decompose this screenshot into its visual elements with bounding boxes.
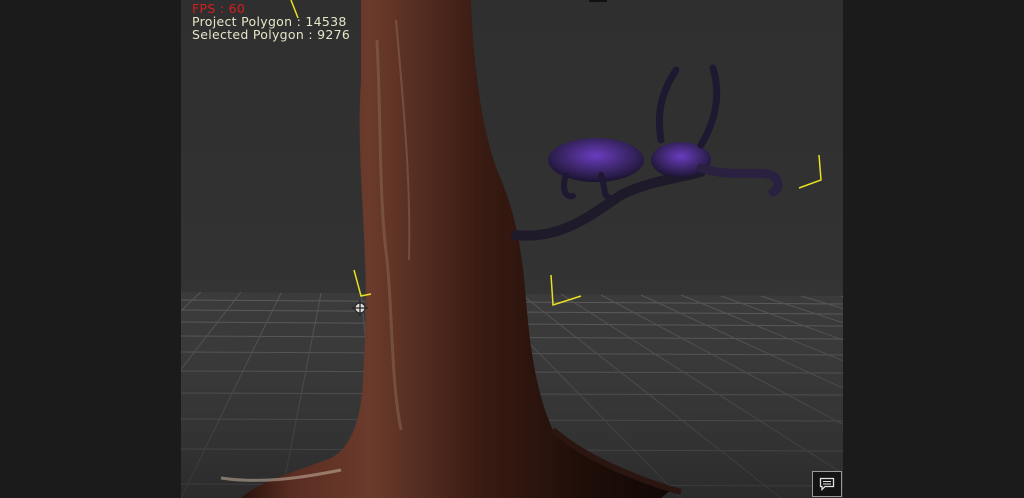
app-window: FPS : 60 Project Polygon : 14538 Selecte…	[0, 0, 1024, 498]
speech-bubble-icon	[819, 477, 835, 491]
scene-render	[181, 0, 843, 498]
render-stats-overlay: FPS : 60 Project Polygon : 14538 Selecte…	[192, 2, 350, 41]
viewport-top-marker	[589, 0, 607, 2]
selected-polygon-readout: Selected Polygon : 9276	[192, 27, 351, 42]
light-gizmo-icon[interactable]	[798, 154, 822, 189]
creature-model[interactable]	[511, 64, 783, 241]
3d-viewport[interactable]: FPS : 60 Project Polygon : 14538 Selecte…	[181, 0, 843, 498]
chat-button[interactable]	[812, 471, 842, 497]
